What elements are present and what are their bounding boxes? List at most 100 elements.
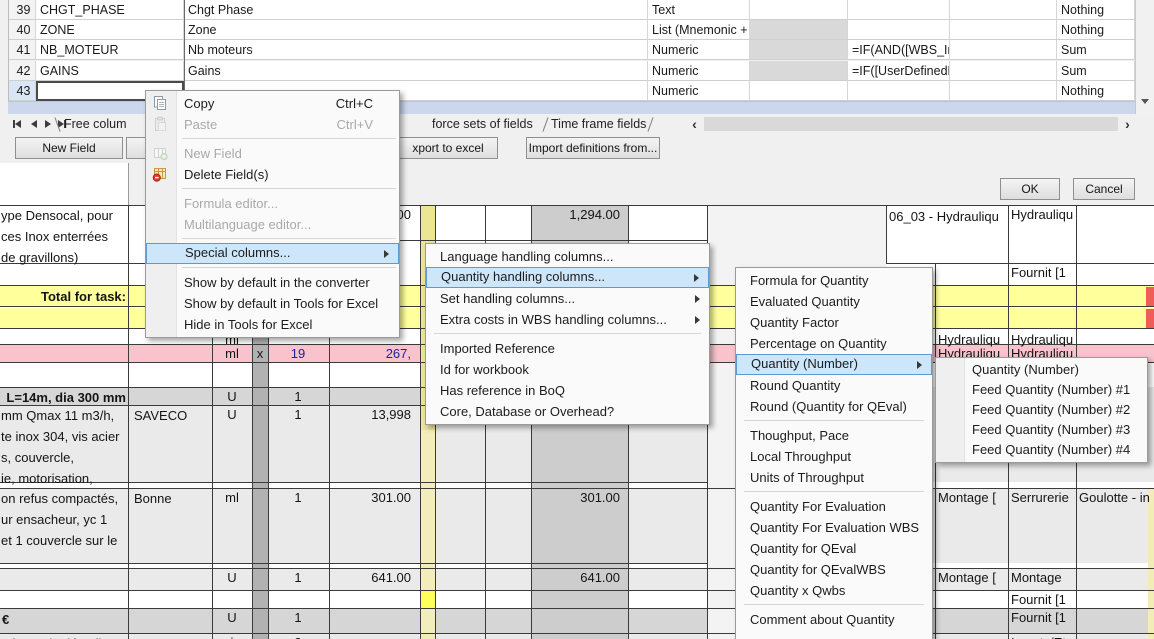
field-cell-name[interactable]: NB_MOTEUR	[36, 40, 184, 60]
field-cell-c5[interactable]	[750, 81, 848, 101]
menu-item-has-reference-in-boq[interactable]: Has reference in BoQ	[426, 380, 709, 401]
scroll-down-icon[interactable]	[1141, 99, 1149, 104]
menu-item-quantity-factor[interactable]: Quantity Factor	[736, 312, 932, 333]
menu-item-core-database-or-overhead[interactable]: Core, Database or Overhead?	[426, 401, 709, 422]
field-cell-agg[interactable]: Nothing	[1057, 20, 1135, 40]
field-cell-num[interactable]: 39	[8, 0, 36, 20]
menu-item-comment-about-quantity[interactable]: Comment about Quantity	[736, 609, 932, 630]
nav-previous-button[interactable]	[27, 117, 41, 131]
field-cell-formula[interactable]	[848, 20, 950, 40]
vertical-scrollbar[interactable]	[1135, 0, 1154, 114]
nav-first-button[interactable]	[10, 117, 24, 131]
field-cell-type[interactable]: Numeric	[648, 40, 750, 60]
menu-item-formula-for-quantity[interactable]: Formula for Quantity	[736, 270, 932, 291]
field-cell-c7[interactable]	[950, 81, 1057, 101]
menu-item-special-columns[interactable]: Special columns...	[146, 243, 399, 264]
field-cell-agg[interactable]: Nothing	[1057, 81, 1135, 101]
field-cell-type[interactable]: Numeric	[648, 61, 750, 81]
tab-force-sets-of-fields[interactable]: force sets of fields	[432, 117, 533, 131]
menu-item-label: Special columns...	[185, 245, 291, 260]
field-cell-c5[interactable]	[750, 61, 848, 81]
x-column	[252, 330, 268, 639]
menu-item-quantity-number[interactable]: Quantity (Number)	[936, 360, 1147, 380]
menu-shortcut: Ctrl+C	[336, 93, 373, 114]
cancel-button[interactable]: Cancel	[1073, 178, 1135, 200]
field-cell-name[interactable]: GAINS	[36, 61, 184, 81]
ok-button[interactable]: OK	[1000, 178, 1060, 200]
menu-item-quantity-handling-columns[interactable]: Quantity handling columns...	[426, 267, 709, 288]
field-cell-num[interactable]: 41	[8, 40, 36, 60]
new-field-button[interactable]: New Field	[15, 137, 123, 159]
menu-item-feed-quantity-number-2[interactable]: Feed Quantity (Number) #2	[936, 400, 1147, 420]
field-cell-formula[interactable]	[848, 81, 950, 101]
tab-free-columns[interactable]: Free colum	[64, 117, 127, 131]
field-cell-name[interactable]: CHGT_PHASE	[36, 0, 184, 20]
field-cell-formula[interactable]: =IF([UserDefinedF	[848, 61, 950, 81]
field-cell-formula[interactable]: =IF(AND([WBS_Int	[848, 40, 950, 60]
menu-item-delete-field-s[interactable]: Delete Field(s)	[146, 164, 399, 185]
sheet-cell-category: Fournit [1	[1011, 265, 1073, 281]
tab-time-frame-fields[interactable]: Time frame fields	[551, 117, 646, 131]
special-columns-submenu: Language handling columns...Quantity han…	[425, 243, 710, 425]
menu-item-quantity-x-qwbs[interactable]: Quantity x Qwbs	[736, 580, 932, 601]
menu-item-feed-quantity-number-3[interactable]: Feed Quantity (Number) #3	[936, 420, 1147, 440]
menu-item-quantity-for-evaluation-wbs[interactable]: Quantity For Evaluation WBS	[736, 517, 932, 538]
menu-item-imported-reference[interactable]: Imported Reference	[426, 338, 709, 359]
field-cell-type[interactable]: Text	[648, 0, 750, 20]
menu-item-evaluated-quantity[interactable]: Evaluated Quantity	[736, 291, 932, 312]
field-cell-agg[interactable]: Sum	[1057, 61, 1135, 81]
import-definitions-button[interactable]: Import definitions from...	[526, 137, 660, 159]
menu-item-percentage-on-quantity[interactable]: Percentage on Quantity	[736, 333, 932, 354]
sheet-cell-qty: 1	[269, 389, 327, 405]
tab-scroll-right-button[interactable]: ›	[1120, 115, 1135, 133]
menu-item-quantity-number[interactable]: Quantity (Number)	[736, 354, 932, 375]
nav-next-button[interactable]	[41, 117, 55, 131]
field-cell-c7[interactable]	[950, 40, 1057, 60]
field-cell-c5[interactable]	[750, 20, 848, 40]
menu-item-copy[interactable]: CopyCtrl+C	[146, 93, 399, 114]
field-cell-name[interactable]: ZONE	[36, 20, 184, 40]
menu-item-language-handling-columns[interactable]: Language handling columns...	[426, 246, 709, 267]
menu-item-label: Quantity (Number)	[751, 356, 858, 371]
field-cell-agg[interactable]: Sum	[1057, 40, 1135, 60]
submenu-arrow-icon	[695, 316, 700, 324]
menu-item-show-by-default-in-tools-for-excel[interactable]: Show by default in Tools for Excel	[146, 293, 399, 314]
field-cell-c7[interactable]	[950, 0, 1057, 20]
field-cell-c5[interactable]	[750, 40, 848, 60]
field-cell-num[interactable]: 42	[8, 61, 36, 81]
menu-item-set-handling-columns[interactable]: Set handling columns...	[426, 288, 709, 309]
export-to-excel-button[interactable]: xport to excel	[398, 137, 498, 159]
tab-scroll-left-button[interactable]: ‹	[687, 115, 702, 133]
field-cell-type[interactable]: List (Mnemonic +	[648, 20, 750, 40]
menu-item-feed-quantity-number-4[interactable]: Feed Quantity (Number) #4	[936, 440, 1147, 460]
menu-item-round-quantity-for-qeval[interactable]: Round (Quantity for QEval)	[736, 396, 932, 417]
menu-item-units-of-throughput[interactable]: Units of Throughput	[736, 467, 932, 488]
menu-item-quantity-for-evaluation[interactable]: Quantity For Evaluation	[736, 496, 932, 517]
field-cell-c7[interactable]	[950, 20, 1057, 40]
menu-item-hide-in-tools-for-excel[interactable]: Hide in Tools for Excel	[146, 314, 399, 335]
menu-item-id-for-workbook[interactable]: Id for workbook	[426, 359, 709, 380]
menu-item-extra-costs-in-wbs-handling-columns[interactable]: Extra costs in WBS handling columns...	[426, 309, 709, 330]
menu-item-show-by-default-in-the-converter[interactable]: Show by default in the converter	[146, 272, 399, 293]
field-cell-caption[interactable]: Nb moteurs	[184, 40, 648, 60]
field-cell-formula[interactable]	[848, 0, 950, 20]
menu-item-feed-quantity-number-1[interactable]: Feed Quantity (Number) #1	[936, 380, 1147, 400]
menu-item-round-quantity[interactable]: Round Quantity	[736, 375, 932, 396]
field-cell-caption[interactable]: Chgt Phase	[184, 0, 648, 20]
field-cell-caption[interactable]: Zone	[184, 20, 648, 40]
field-cell-num[interactable]: 43	[8, 81, 36, 101]
tab-scrollbar-track[interactable]	[704, 117, 1118, 131]
field-cell-agg[interactable]: Nothing	[1057, 0, 1135, 20]
field-cell-c5[interactable]	[750, 0, 848, 20]
menu-item-label: Quantity (Number)	[972, 362, 1079, 377]
menu-item-local-throughput[interactable]: Local Throughput	[736, 446, 932, 467]
field-cell-num[interactable]: 40	[8, 20, 36, 40]
partially-hidden-button[interactable]	[126, 137, 147, 159]
menu-item-quantity-for-qeval[interactable]: Quantity for QEval	[736, 538, 932, 559]
menu-item-label: Quantity Factor	[750, 315, 839, 330]
menu-item-thoughput-pace[interactable]: Thoughput, Pace	[736, 425, 932, 446]
field-cell-c7[interactable]	[950, 61, 1057, 81]
field-cell-type[interactable]: Numeric	[648, 81, 750, 101]
field-cell-caption[interactable]: Gains	[184, 61, 648, 81]
menu-item-quantity-for-qevalwbs[interactable]: Quantity for QEvalWBS	[736, 559, 932, 580]
